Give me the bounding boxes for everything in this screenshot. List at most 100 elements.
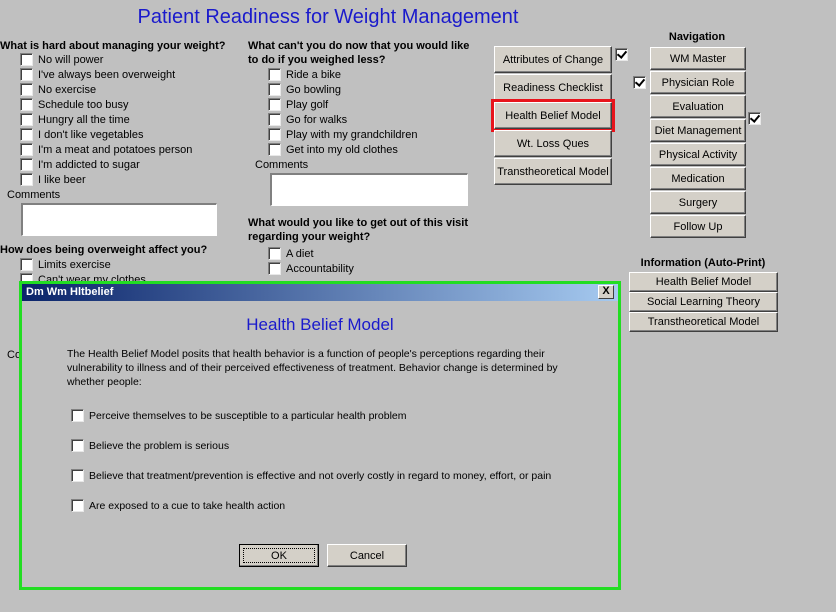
option-label: Go bowling xyxy=(286,83,342,96)
page-title: Patient Readiness for Weight Management xyxy=(137,6,519,28)
belief-option[interactable]: Believe the problem is serious xyxy=(71,439,229,452)
checkbox[interactable] xyxy=(20,98,33,111)
option-label: Limits exercise xyxy=(38,258,111,271)
cancel-button[interactable]: Cancel xyxy=(327,544,407,567)
option-label: Get into my old clothes xyxy=(286,143,398,156)
q1-option[interactable]: Schedule too busy xyxy=(20,97,129,112)
checkbox[interactable] xyxy=(71,499,84,512)
q1-option[interactable]: I like beer xyxy=(20,172,86,187)
checkbox[interactable] xyxy=(20,113,33,126)
checkbox[interactable] xyxy=(71,469,84,482)
checkbox[interactable] xyxy=(268,128,281,141)
q2-comments-label: Comments xyxy=(255,159,309,171)
checkbox[interactable] xyxy=(268,247,281,260)
completed-checkbox[interactable] xyxy=(748,112,761,125)
q4-option[interactable]: A diet xyxy=(268,246,314,261)
nav-button[interactable]: Physical Activity xyxy=(650,143,746,166)
option-label: Believe that treatment/prevention is eff… xyxy=(89,469,552,482)
option-label: Believe the problem is serious xyxy=(89,439,230,452)
q2-comments-input[interactable] xyxy=(270,173,468,206)
option-label: Perceive themselves to be susceptible to… xyxy=(89,409,407,422)
q2-option[interactable]: Play with my grandchildren xyxy=(268,127,417,142)
info-print-button[interactable]: Transtheoretical Model xyxy=(629,312,778,332)
nav-button[interactable]: WM Master xyxy=(650,47,746,70)
q1-option[interactable]: I've always been overweight xyxy=(20,67,175,82)
q1-option[interactable]: I'm a meat and potatoes person xyxy=(20,142,192,157)
info-print-button[interactable]: Social Learning Theory xyxy=(629,292,778,312)
checkbox[interactable] xyxy=(20,143,33,156)
q1-option[interactable]: I'm addicted to sugar xyxy=(20,157,140,172)
q3-heading: How does being overweight affect you? xyxy=(0,244,208,256)
option-label: Ride a bike xyxy=(286,68,342,81)
dialog-titlebar[interactable]: Dm Wm Hltbelief X xyxy=(22,284,618,301)
module-button[interactable]: Wt. Loss Ques xyxy=(494,130,612,157)
focus-rect xyxy=(243,548,315,563)
health-belief-dialog: Dm Wm Hltbelief X Health Belief Model Th… xyxy=(22,284,618,587)
option-label: I like beer xyxy=(38,173,86,186)
q2-option[interactable]: Go bowling xyxy=(268,82,341,97)
option-label: Hungry all the time xyxy=(38,113,130,126)
nav-button[interactable]: Physician Role xyxy=(650,71,746,94)
completed-checkbox[interactable] xyxy=(615,48,628,61)
dialog-heading: Health Belief Model xyxy=(246,315,394,334)
close-icon[interactable]: X xyxy=(598,285,614,299)
module-button[interactable]: Attributes of Change xyxy=(494,46,612,73)
information-title: Information (Auto-Print) xyxy=(640,257,766,269)
navigation-title: Navigation xyxy=(668,31,726,43)
q2-heading-line2: to do if you weighed less? xyxy=(248,54,386,66)
checkbox[interactable] xyxy=(268,113,281,126)
belief-option[interactable]: Are exposed to a cue to take health acti… xyxy=(71,499,285,512)
checkbox[interactable] xyxy=(20,258,33,271)
option-label: I'm a meat and potatoes person xyxy=(38,143,193,156)
q2-option[interactable]: Go for walks xyxy=(268,112,347,127)
module-button[interactable]: Readiness Checklist xyxy=(494,74,612,101)
option-label: A diet xyxy=(286,247,314,260)
q4-heading-line1: What would you like to get out of this v… xyxy=(248,217,468,229)
q1-comments-input[interactable] xyxy=(21,203,217,236)
nav-button[interactable]: Medication xyxy=(650,167,746,190)
q2-option[interactable]: Play golf xyxy=(268,97,328,112)
q3-option[interactable]: Limits exercise xyxy=(20,257,111,272)
q4-option[interactable]: Accountability xyxy=(268,261,354,276)
option-label: Are exposed to a cue to take health acti… xyxy=(89,499,286,512)
q1-option[interactable]: No exercise xyxy=(20,82,96,97)
completed-checkbox[interactable] xyxy=(633,76,646,89)
nav-button[interactable]: Follow Up xyxy=(650,215,746,238)
q2-option[interactable]: Ride a bike xyxy=(268,67,341,82)
option-label: No exercise xyxy=(38,83,97,96)
nav-button[interactable]: Evaluation xyxy=(650,95,746,118)
module-button[interactable]: Health Belief Model xyxy=(491,99,615,132)
module-button[interactable]: Transtheoretical Model xyxy=(494,158,612,185)
checkbox[interactable] xyxy=(268,143,281,156)
checkbox[interactable] xyxy=(20,158,33,171)
dialog-description: The Health Belief Model posits that heal… xyxy=(67,348,558,388)
nav-button[interactable]: Diet Management xyxy=(650,119,746,142)
option-label: I'm addicted to sugar xyxy=(38,158,140,171)
checkbox[interactable] xyxy=(71,409,84,422)
checkbox[interactable] xyxy=(20,83,33,96)
checkbox[interactable] xyxy=(20,128,33,141)
checkbox[interactable] xyxy=(20,173,33,186)
checkbox[interactable] xyxy=(268,262,281,275)
q2-heading-line1: What can't you do now that you would lik… xyxy=(248,40,470,52)
checkbox[interactable] xyxy=(268,68,281,81)
q2-option[interactable]: Get into my old clothes xyxy=(268,142,398,157)
option-label: Accountability xyxy=(286,262,354,275)
checkbox[interactable] xyxy=(20,68,33,81)
nav-button[interactable]: Surgery xyxy=(650,191,746,214)
q1-option[interactable]: I don't like vegetables xyxy=(20,127,143,142)
q1-option[interactable]: No will power xyxy=(20,52,103,67)
q4-heading-line2: regarding your weight? xyxy=(248,231,371,243)
checkbox[interactable] xyxy=(268,98,281,111)
ok-button[interactable]: OK xyxy=(239,544,319,567)
belief-option[interactable]: Believe that treatment/prevention is eff… xyxy=(71,469,551,482)
q1-option[interactable]: Hungry all the time xyxy=(20,112,130,127)
option-label: Play golf xyxy=(286,98,329,111)
option-label: Go for walks xyxy=(286,113,348,126)
checkbox[interactable] xyxy=(71,439,84,452)
option-label: I don't like vegetables xyxy=(38,128,144,141)
info-print-button[interactable]: Health Belief Model xyxy=(629,272,778,292)
checkbox[interactable] xyxy=(268,83,281,96)
belief-option[interactable]: Perceive themselves to be susceptible to… xyxy=(71,409,407,422)
checkbox[interactable] xyxy=(20,53,33,66)
